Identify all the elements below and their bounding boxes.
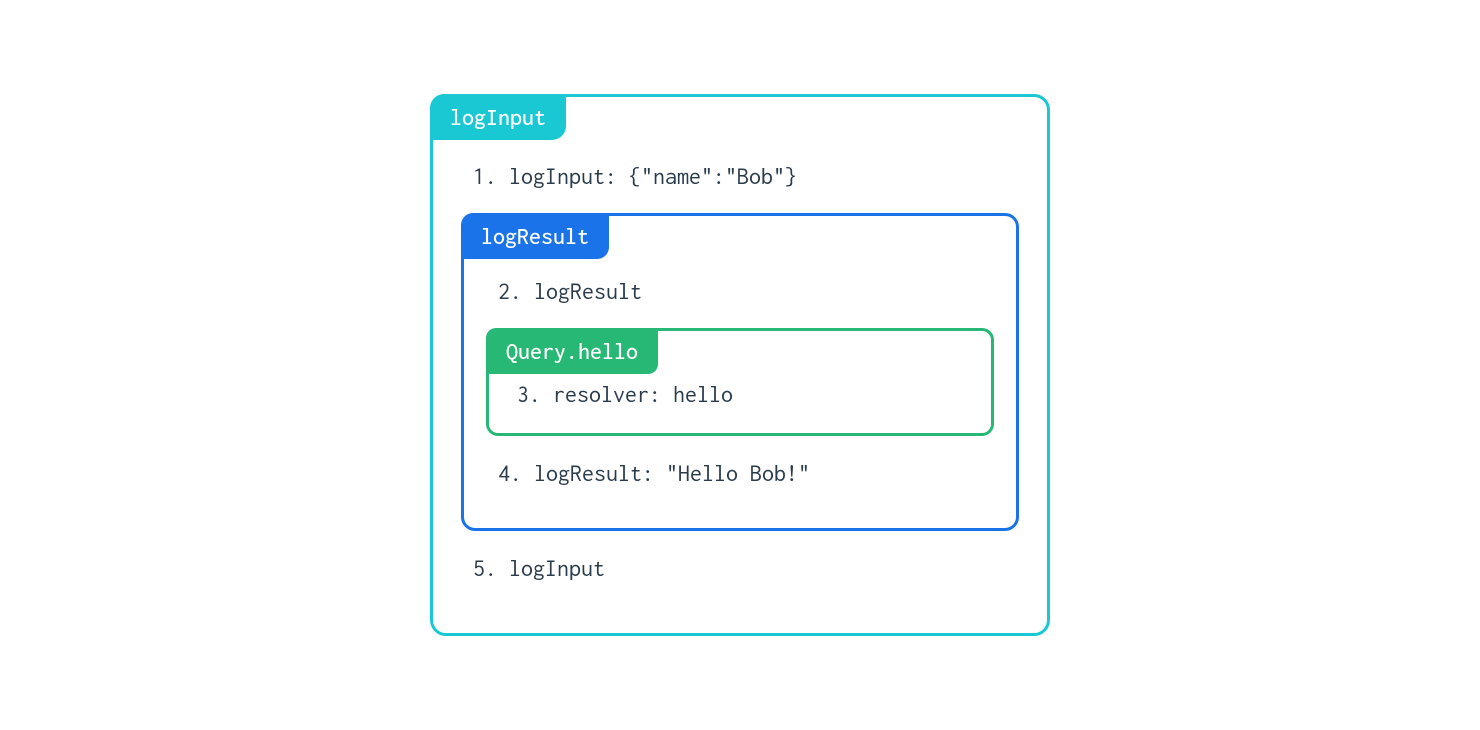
- log-result-label: logResult: [461, 213, 609, 259]
- query-hello-label: Query.hello: [486, 328, 658, 374]
- step-5: 5. logInput: [461, 555, 1019, 581]
- step-3: 3. resolver: hello: [509, 381, 971, 407]
- step-1: 1. logInput: {"name":"Bob"}: [461, 163, 1019, 189]
- log-input-box: logInput 1. logInput: {"name":"Bob"} log…: [430, 94, 1050, 636]
- log-result-box: logResult 2. logResult Query.hello 3. re…: [461, 213, 1019, 531]
- query-hello-box: Query.hello 3. resolver: hello: [486, 328, 994, 436]
- step-2: 2. logResult: [486, 278, 994, 304]
- step-4: 4. logResult: "Hello Bob!": [486, 460, 994, 486]
- log-input-label: logInput: [430, 94, 566, 140]
